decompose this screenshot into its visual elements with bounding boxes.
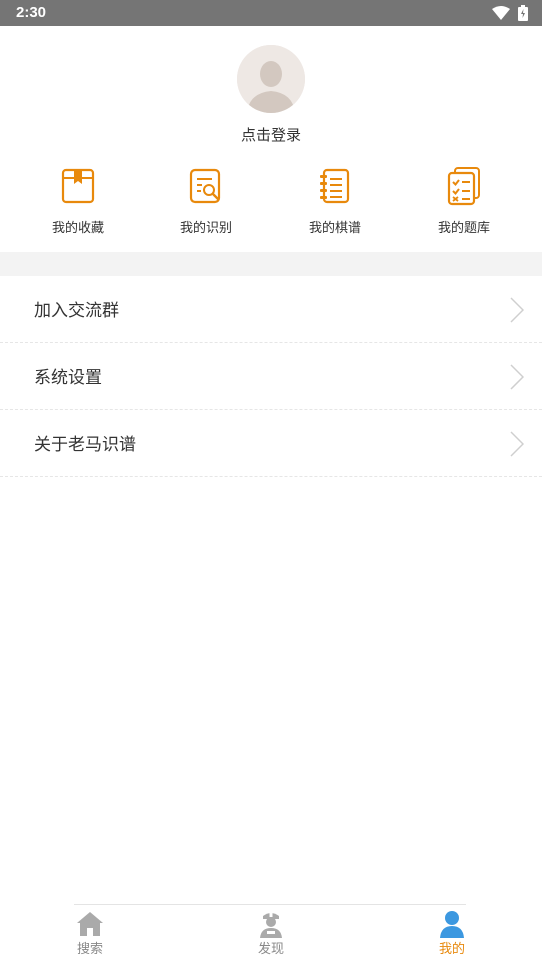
chevron-right-icon [510, 297, 524, 323]
doctor-icon [260, 913, 282, 938]
section-divider [0, 252, 542, 276]
chevron-right-icon [510, 364, 524, 390]
home-icon [77, 912, 103, 936]
tab-label: 发现 [257, 942, 284, 957]
quick-action-game-records[interactable]: 我的棋谱 [285, 166, 385, 238]
status-time: 2:30 [16, 4, 47, 21]
menu-item-label: 关于老马识谱 [34, 435, 136, 455]
quick-action-recognition[interactable]: 我的识别 [156, 166, 256, 238]
chevron-right-icon [510, 431, 524, 457]
quick-action-label: 我的题库 [437, 221, 490, 236]
default-avatar-icon [237, 45, 305, 113]
battery-icon [518, 5, 528, 21]
tab-mine[interactable]: 我的 [422, 904, 482, 962]
menu-item-label: 加入交流群 [34, 301, 119, 321]
bookmark-icon [61, 168, 95, 204]
menu-item-join-group[interactable]: 加入交流群 [0, 276, 542, 343]
quick-action-favorites[interactable]: 我的收藏 [28, 166, 128, 238]
quick-action-label: 我的棋谱 [308, 221, 361, 236]
notebook-icon [320, 168, 350, 204]
tab-label: 搜索 [76, 942, 103, 957]
profile-header: 点击登录 我的收藏 我的识别 我的棋谱 我的题库 [0, 26, 542, 252]
login-label[interactable]: 点击登录 [0, 124, 542, 145]
menu-item-system-settings[interactable]: 系统设置 [0, 343, 542, 410]
menu-item-label: 系统设置 [34, 368, 102, 388]
person-icon [440, 911, 464, 938]
checklist-icon [447, 167, 480, 206]
quick-action-question-bank[interactable]: 我的题库 [414, 166, 514, 238]
menu-item-about[interactable]: 关于老马识谱 [0, 410, 542, 477]
status-icons [492, 5, 528, 21]
tab-label: 我的 [438, 942, 465, 957]
tab-discover[interactable]: 发现 [241, 904, 301, 962]
status-bar: 2:30 [0, 0, 542, 26]
wifi-icon [492, 6, 510, 20]
quick-action-label: 我的收藏 [51, 221, 104, 236]
tab-search[interactable]: 搜索 [60, 904, 120, 962]
bottom-tab-bar: 搜索 发现 我的 [0, 904, 542, 962]
avatar[interactable] [237, 45, 305, 113]
quick-action-label: 我的识别 [179, 221, 232, 236]
recognition-search-icon [189, 168, 221, 204]
settings-menu: 加入交流群 系统设置 关于老马识谱 [0, 276, 542, 477]
